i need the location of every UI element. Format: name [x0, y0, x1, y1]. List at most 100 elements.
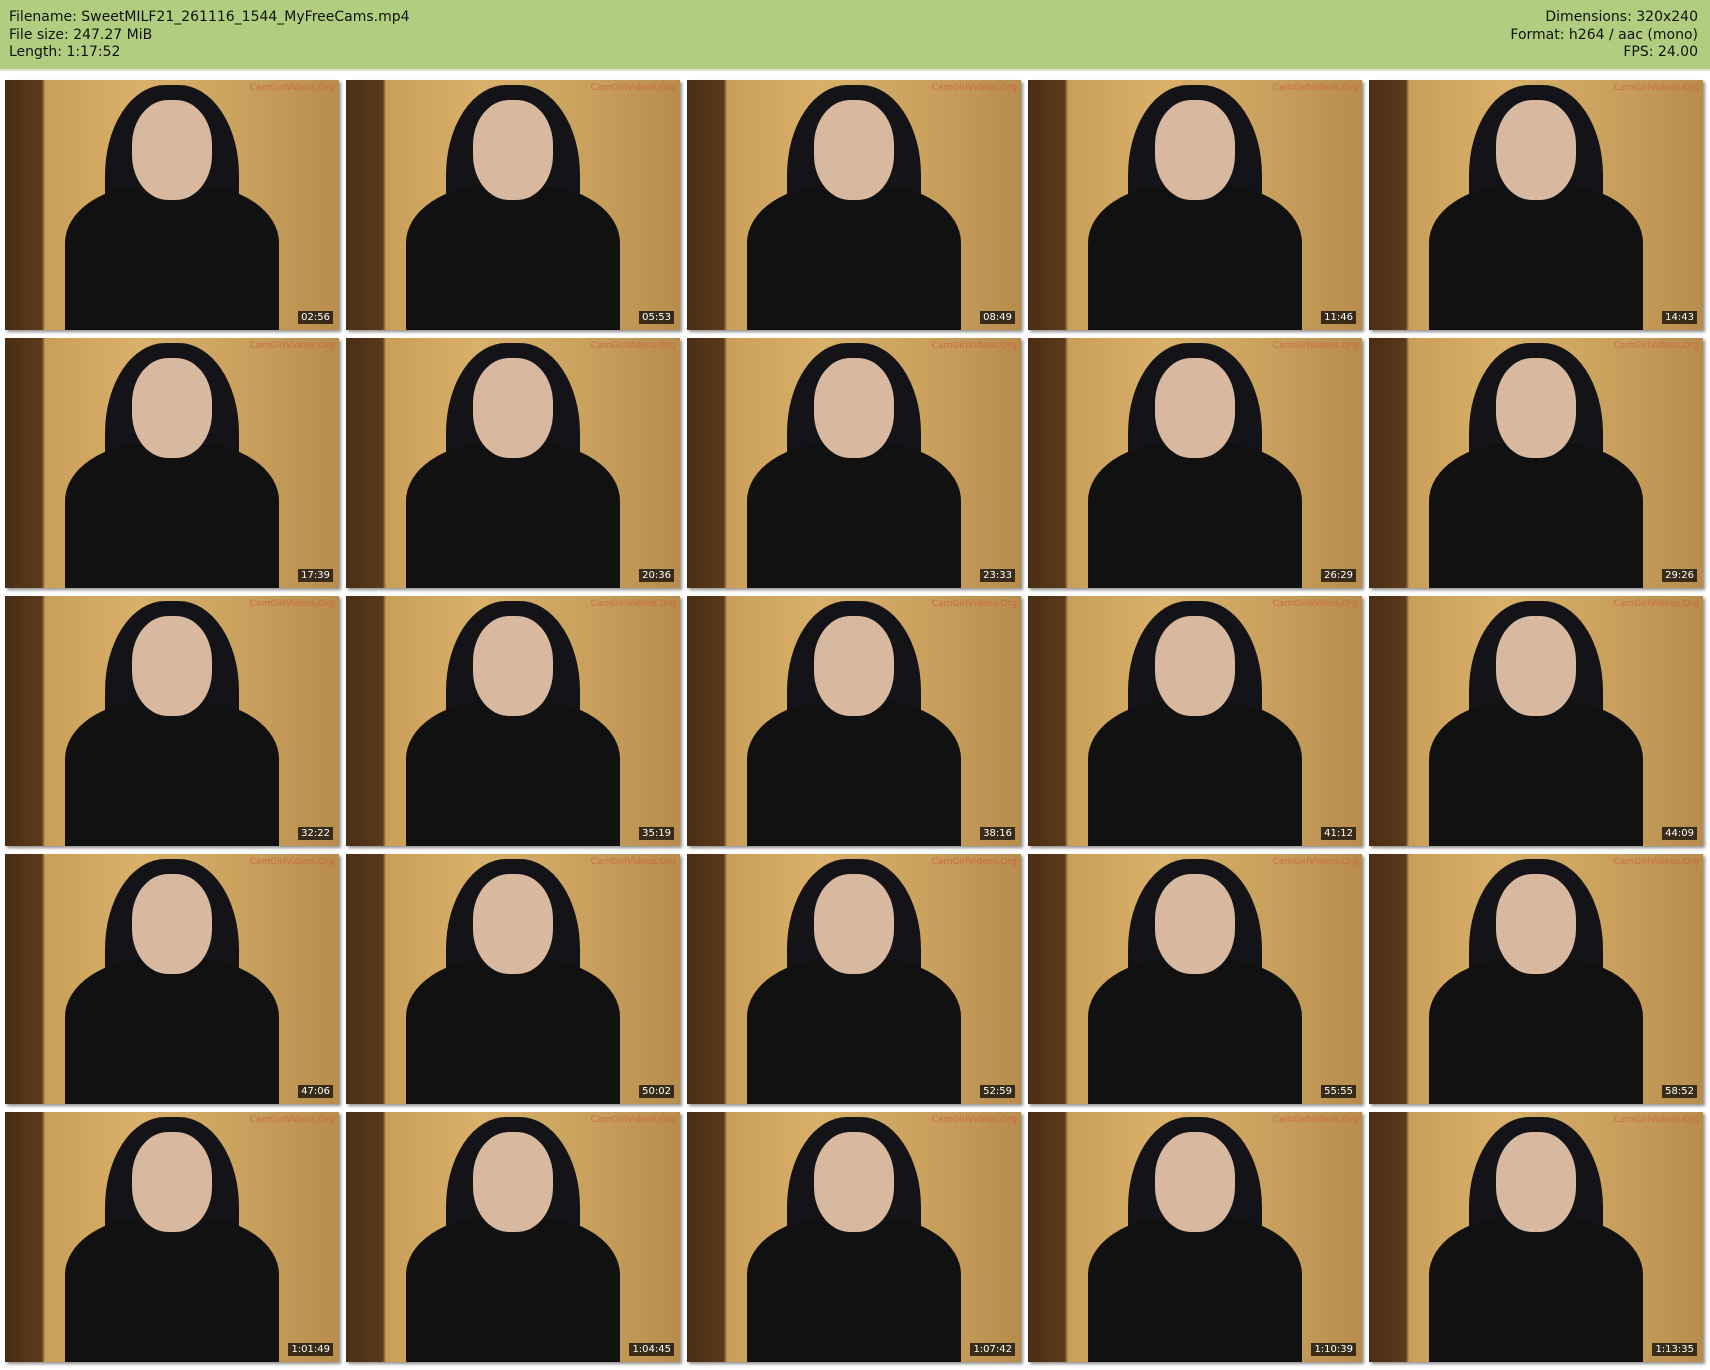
timestamp: 29:26 [1662, 569, 1697, 582]
figure-body [1088, 701, 1302, 846]
video-thumbnail[interactable]: CamGirlVideos.Org 52:59 [687, 854, 1021, 1104]
watermark: CamGirlVideos.Org [931, 83, 1017, 93]
figure-face [472, 100, 554, 200]
figure-face [1154, 874, 1236, 974]
figure-face [1495, 616, 1577, 716]
figure-face [813, 1132, 895, 1232]
video-thumbnail[interactable]: CamGirlVideos.Org 1:10:39 [1028, 1112, 1362, 1362]
watermark: CamGirlVideos.Org [1272, 341, 1358, 351]
figure-body [1429, 185, 1643, 330]
figure-body [1429, 1217, 1643, 1362]
figure-body [747, 1217, 961, 1362]
timestamp: 02:56 [298, 311, 333, 324]
timestamp: 38:16 [980, 827, 1015, 840]
figure-face [472, 874, 554, 974]
figure-face [1495, 874, 1577, 974]
timestamp: 20:36 [639, 569, 674, 582]
figure-body [1088, 1217, 1302, 1362]
timestamp: 05:53 [639, 311, 674, 324]
figure-body [747, 185, 961, 330]
video-thumbnail[interactable]: CamGirlVideos.Org 55:55 [1028, 854, 1362, 1104]
figure-body [1088, 443, 1302, 588]
figure-face [131, 100, 213, 200]
video-thumbnail[interactable]: CamGirlVideos.Org 44:09 [1369, 596, 1703, 846]
figure-body [747, 701, 961, 846]
figure-body [406, 701, 620, 846]
video-thumbnail[interactable]: CamGirlVideos.Org 02:56 [5, 80, 339, 330]
figure-body [65, 443, 279, 588]
timestamp: 11:46 [1321, 311, 1356, 324]
thumbnail-grid: CamGirlVideos.Org 02:56 CamGirlVideos.Org 0… [5, 80, 1703, 1362]
video-thumbnail[interactable]: CamGirlVideos.Org 26:29 [1028, 338, 1362, 588]
video-thumbnail[interactable]: CamGirlVideos.Org 58:52 [1369, 854, 1703, 1104]
figure-body [1088, 185, 1302, 330]
timestamp: 23:33 [980, 569, 1015, 582]
figure-body [65, 959, 279, 1104]
file-info-right: Dimensions: 320x240 Format: h264 / aac (… [1510, 9, 1698, 62]
figure-face [1495, 358, 1577, 458]
watermark: CamGirlVideos.Org [1613, 599, 1699, 609]
file-info-left: Filename: SweetMILF21_261116_1544_MyFree… [9, 9, 410, 62]
video-thumbnail[interactable]: CamGirlVideos.Org 1:13:35 [1369, 1112, 1703, 1362]
video-thumbnail[interactable]: CamGirlVideos.Org 1:04:45 [346, 1112, 680, 1362]
fps: FPS: 24.00 [1623, 44, 1698, 60]
watermark: CamGirlVideos.Org [931, 1115, 1017, 1125]
timestamp: 1:13:35 [1652, 1343, 1697, 1356]
video-thumbnail[interactable]: CamGirlVideos.Org 11:46 [1028, 80, 1362, 330]
video-thumbnail[interactable]: CamGirlVideos.Org 47:06 [5, 854, 339, 1104]
info-header: Filename: SweetMILF21_261116_1544_MyFree… [0, 0, 1710, 71]
figure-face [472, 616, 554, 716]
video-thumbnail[interactable]: CamGirlVideos.Org 41:12 [1028, 596, 1362, 846]
video-thumbnail[interactable]: CamGirlVideos.Org 38:16 [687, 596, 1021, 846]
watermark: CamGirlVideos.Org [1613, 83, 1699, 93]
video-thumbnail[interactable]: CamGirlVideos.Org 29:26 [1369, 338, 1703, 588]
watermark: CamGirlVideos.Org [1613, 857, 1699, 867]
figure-face [1154, 1132, 1236, 1232]
video-thumbnail[interactable]: CamGirlVideos.Org 17:39 [5, 338, 339, 588]
watermark: CamGirlVideos.Org [1272, 599, 1358, 609]
video-thumbnail[interactable]: CamGirlVideos.Org 1:07:42 [687, 1112, 1021, 1362]
watermark: CamGirlVideos.Org [1272, 83, 1358, 93]
video-thumbnail[interactable]: CamGirlVideos.Org 14:43 [1369, 80, 1703, 330]
figure-face [131, 874, 213, 974]
figure-face [1495, 1132, 1577, 1232]
figure-body [406, 185, 620, 330]
video-thumbnail[interactable]: CamGirlVideos.Org 32:22 [5, 596, 339, 846]
figure-face [813, 358, 895, 458]
watermark: CamGirlVideos.Org [249, 341, 335, 351]
video-thumbnail[interactable]: CamGirlVideos.Org 05:53 [346, 80, 680, 330]
figure-face [1495, 100, 1577, 200]
watermark: CamGirlVideos.Org [590, 1115, 676, 1125]
timestamp: 1:10:39 [1311, 1343, 1356, 1356]
dimensions: Dimensions: 320x240 [1545, 9, 1698, 25]
watermark: CamGirlVideos.Org [590, 599, 676, 609]
timestamp: 41:12 [1321, 827, 1356, 840]
video-thumbnail[interactable]: CamGirlVideos.Org 35:19 [346, 596, 680, 846]
figure-body [1429, 443, 1643, 588]
length: Length: 1:17:52 [9, 44, 121, 60]
figure-face [1154, 616, 1236, 716]
figure-face [131, 358, 213, 458]
watermark: CamGirlVideos.Org [1272, 1115, 1358, 1125]
video-thumbnail[interactable]: CamGirlVideos.Org 1:01:49 [5, 1112, 339, 1362]
watermark: CamGirlVideos.Org [590, 341, 676, 351]
watermark: CamGirlVideos.Org [931, 599, 1017, 609]
watermark: CamGirlVideos.Org [590, 857, 676, 867]
watermark: CamGirlVideos.Org [249, 83, 335, 93]
watermark: CamGirlVideos.Org [249, 1115, 335, 1125]
figure-body [406, 1217, 620, 1362]
video-thumbnail[interactable]: CamGirlVideos.Org 50:02 [346, 854, 680, 1104]
timestamp: 35:19 [639, 827, 674, 840]
figure-face [813, 616, 895, 716]
figure-body [406, 959, 620, 1104]
watermark: CamGirlVideos.Org [1613, 1115, 1699, 1125]
figure-face [131, 1132, 213, 1232]
timestamp: 14:43 [1662, 311, 1697, 324]
video-thumbnail[interactable]: CamGirlVideos.Org 20:36 [346, 338, 680, 588]
timestamp: 17:39 [298, 569, 333, 582]
video-thumbnail[interactable]: CamGirlVideos.Org 08:49 [687, 80, 1021, 330]
figure-face [1154, 358, 1236, 458]
video-thumbnail[interactable]: CamGirlVideos.Org 23:33 [687, 338, 1021, 588]
timestamp: 08:49 [980, 311, 1015, 324]
file-size: File size: 247.27 MiB [9, 26, 153, 43]
